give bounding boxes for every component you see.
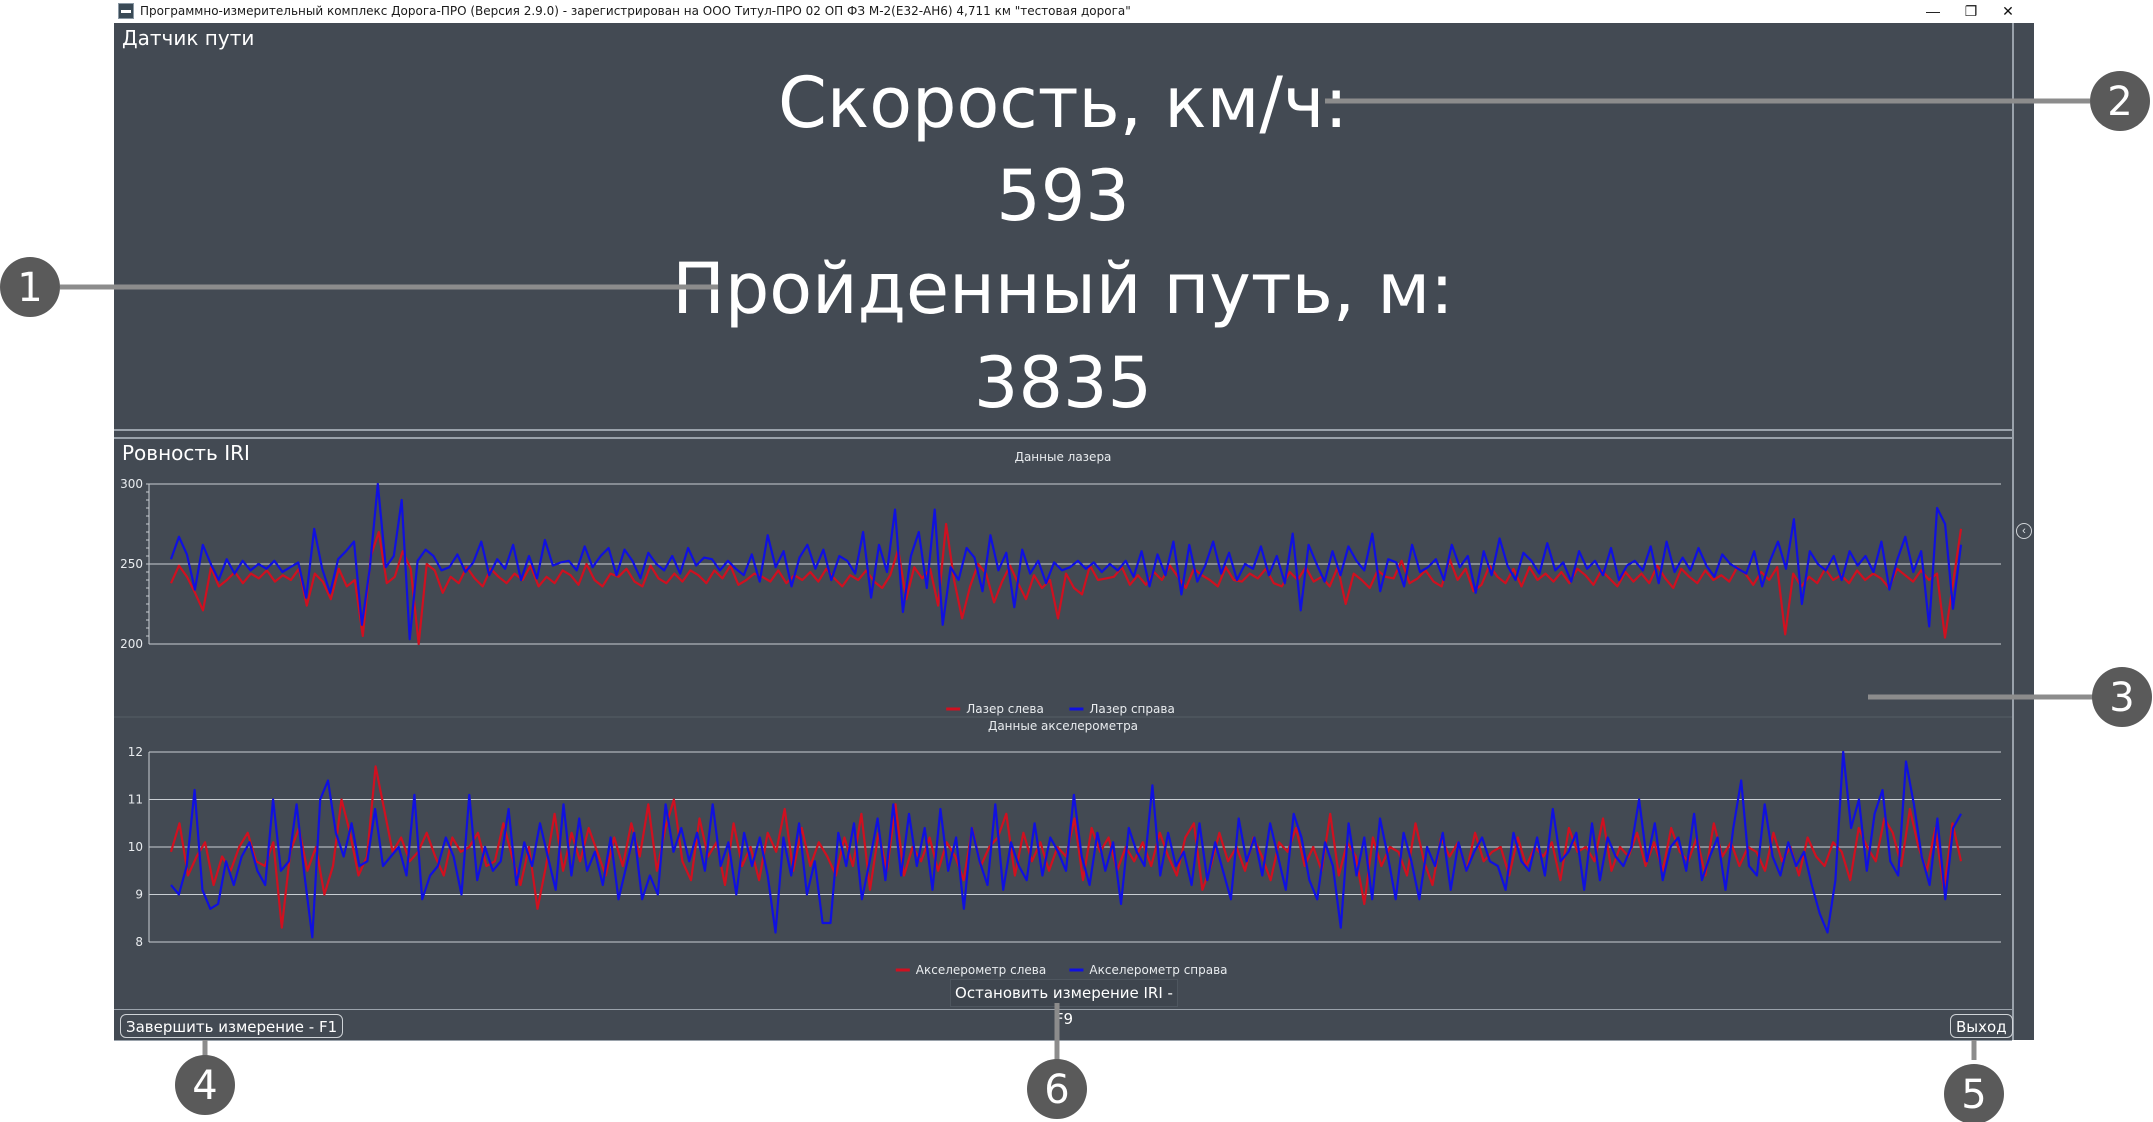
callout-number-2: 2 bbox=[2107, 79, 2132, 125]
callout-number-3: 3 bbox=[2109, 675, 2134, 721]
callout-number-4: 4 bbox=[192, 1063, 217, 1109]
callout-number-6: 6 bbox=[1044, 1067, 1069, 1113]
callout-number-1: 1 bbox=[17, 265, 42, 311]
callout-overlay: 1 2 3 4 5 6 bbox=[0, 71, 2152, 1122]
callout-number-5: 5 bbox=[1961, 1072, 1986, 1118]
